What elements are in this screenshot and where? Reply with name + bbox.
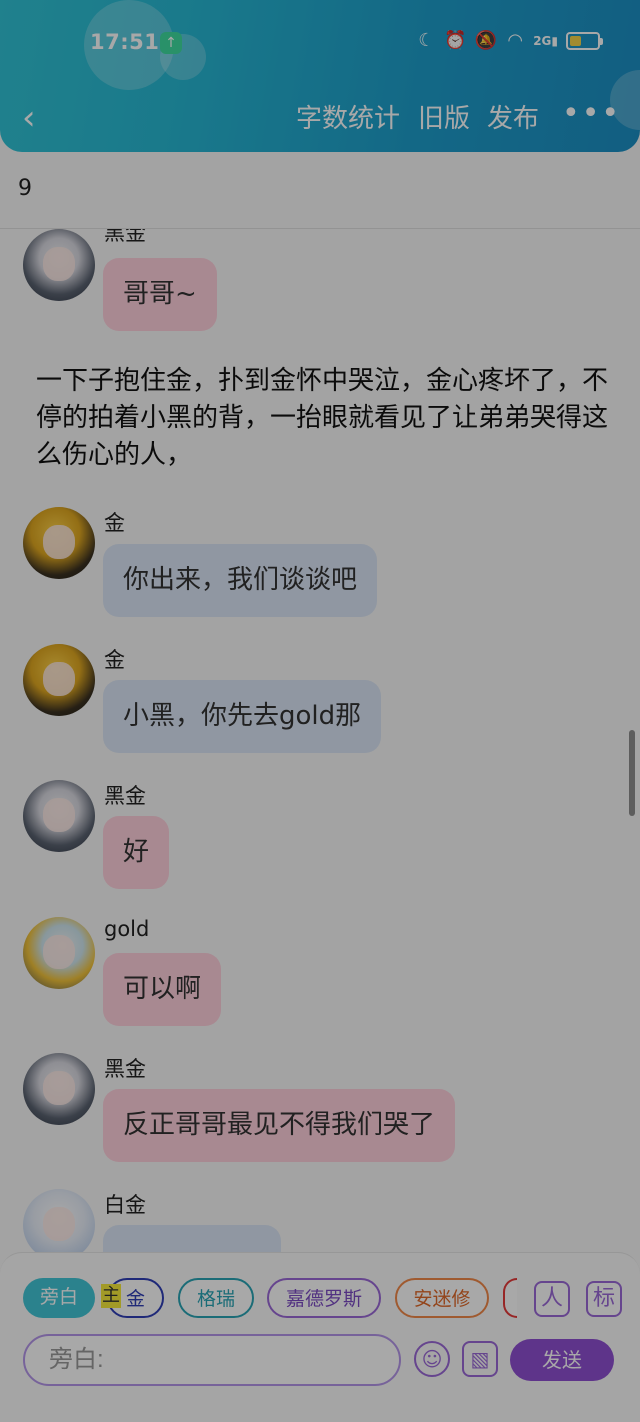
publish-button[interactable]: 发布 [487, 102, 539, 136]
message-input[interactable]: 旁白: [23, 1334, 401, 1386]
avatar-baijin[interactable] [23, 1189, 95, 1254]
speaker-name: 金 [104, 648, 125, 672]
network-label: 2G [533, 33, 552, 48]
avatar-face [43, 798, 75, 832]
avatar-heijin[interactable] [23, 229, 95, 301]
old-version-button[interactable]: 旧版 [418, 102, 470, 136]
main-role-tag: 主 [101, 1284, 121, 1308]
avatar-jin[interactable] [23, 507, 95, 579]
status-time: 17:51 [90, 30, 160, 54]
chapter-count: 9 [18, 176, 32, 201]
back-arrow-icon[interactable]: ‹ [22, 98, 36, 138]
message-bubble[interactable]: 好 [103, 816, 170, 889]
word-count-button[interactable]: 字数统计 [296, 102, 400, 136]
top-toolbar: ‹ 字数统计 旧版 发布 ••• [0, 96, 640, 144]
avatar-face [43, 1207, 75, 1241]
image-icon[interactable]: ▧ [462, 1341, 498, 1377]
signal-2g-icon: 2G▮ [533, 33, 558, 48]
scrollbar[interactable] [629, 730, 635, 816]
wifi-icon: ◠ [507, 30, 524, 51]
speaker-name: 白金 [104, 1193, 146, 1217]
emoji-icon[interactable]: ☺ [414, 1341, 450, 1377]
more-options-icon[interactable]: ••• [562, 96, 621, 131]
battery-level [570, 35, 581, 46]
avatar-heijin[interactable] [23, 1053, 95, 1125]
tag-button[interactable]: 标 [586, 1281, 622, 1317]
role-chip-gerui[interactable]: 格瑞 [178, 1278, 254, 1318]
message-bubble[interactable]: 你出来，我们谈谈吧 [103, 544, 378, 617]
speaker-name: 黑金 [104, 1057, 146, 1081]
speaker-name: 金 [104, 511, 125, 535]
upload-notification-icon: ↑ [160, 32, 182, 54]
message-bubble[interactable]: 哥哥~ [103, 258, 217, 331]
avatar-face [43, 935, 75, 969]
avatar-heijin[interactable] [23, 780, 95, 852]
contacts-icon[interactable]: 人 [534, 1281, 570, 1317]
speaker-name: gold [104, 917, 150, 941]
message-bubble[interactable]: 小黑，你先去gold那 [103, 680, 382, 753]
avatar-face [43, 247, 75, 281]
role-chip-jiadeluosi[interactable]: 嘉德罗斯 [267, 1278, 381, 1318]
send-button[interactable]: 发送 [510, 1339, 614, 1381]
role-chip-more[interactable] [503, 1278, 517, 1318]
avatar-face [43, 525, 75, 559]
message-bubble[interactable]: 可以啊 [103, 953, 222, 1026]
status-bar: 17:51 ↑ ☾ ⏰ 🔕 ◠ 2G▮ [0, 24, 640, 64]
speaker-name: 黑金 [104, 229, 146, 245]
chat-content[interactable]: 黑金 哥哥~ 一下子抱住金，扑到金怀中哭泣，金心疼坏了，不停的拍着小黑的背，一抬… [0, 229, 640, 1254]
avatar-gold[interactable] [23, 917, 95, 989]
avatar-face [43, 1071, 75, 1105]
battery-icon [566, 31, 603, 50]
role-chip-anmixiu[interactable]: 安迷修 [395, 1278, 489, 1318]
speaker-name: 黑金 [104, 784, 146, 808]
app-header: 17:51 ↑ ☾ ⏰ 🔕 ◠ 2G▮ ‹ 字数统计 旧版 发布 ••• [0, 0, 640, 152]
avatar-face [43, 662, 75, 696]
editor-page: 17:51 ↑ ☾ ⏰ 🔕 ◠ 2G▮ ‹ 字数统计 旧版 发布 ••• 9 黑… [0, 0, 640, 1422]
message-bubble[interactable] [103, 1225, 281, 1254]
message-bubble[interactable]: 反正哥哥最见不得我们哭了 [103, 1089, 456, 1162]
mute-bell-icon: 🔕 [474, 30, 498, 51]
avatar-jin[interactable] [23, 644, 95, 716]
alarm-clock-icon: ⏰ [444, 30, 467, 51]
do-not-disturb-moon-icon: ☾ [418, 30, 435, 51]
narration-text[interactable]: 一下子抱住金，扑到金怀中哭泣，金心疼坏了，不停的拍着小黑的背，一抬眼就看见了让弟… [36, 363, 616, 474]
role-chip-narration[interactable]: 旁白 [23, 1278, 95, 1318]
status-icons: ☾ ⏰ 🔕 ◠ 2G▮ [416, 30, 603, 51]
